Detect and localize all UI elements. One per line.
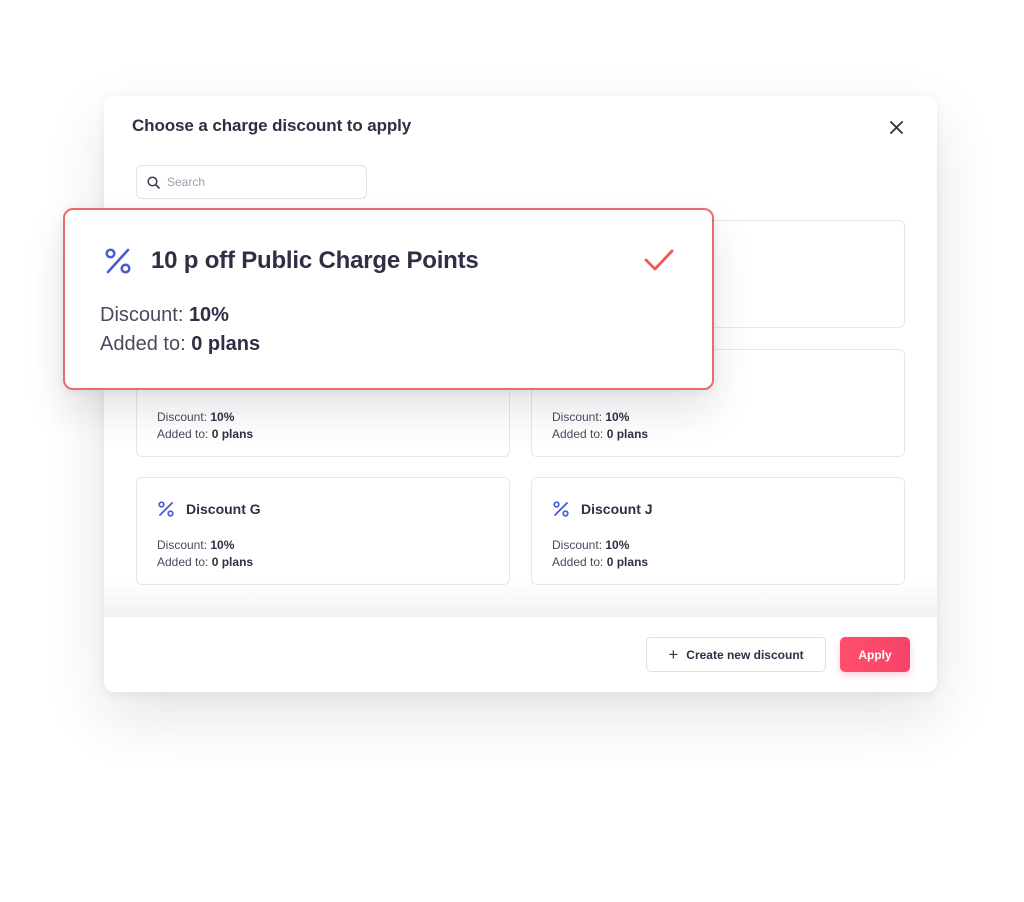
discount-card-added: Added to: 0 plans [552, 555, 648, 569]
discount-card[interactable]: Discount J Discount: 10% Added to: 0 pla… [531, 477, 905, 585]
added-value: 0 plans [606, 555, 649, 569]
added-value: 0 plans [211, 555, 254, 569]
search-input[interactable] [167, 175, 357, 189]
modal-footer: + Create new discount Apply [104, 616, 937, 692]
discount-card-name: Discount J [581, 501, 653, 517]
discount-label: Discount: [552, 410, 606, 424]
discount-value: 10% [210, 538, 235, 552]
discount-value: 10% [188, 304, 229, 326]
selected-discount-discount: Discount: 10% [100, 304, 229, 327]
percent-icon [158, 501, 174, 517]
percent-icon [553, 501, 569, 517]
added-label: Added to: [157, 555, 212, 569]
discount-label: Discount: [157, 410, 211, 424]
check-icon [644, 249, 674, 271]
discount-card-discount: Discount: 10% [157, 410, 234, 424]
discount-card-discount: Discount: 10% [552, 538, 629, 552]
discount-value: 10% [605, 410, 630, 424]
discount-card[interactable]: Discount G Discount: 10% Added to: 0 pla… [136, 477, 510, 585]
selected-discount-added: Added to: 0 plans [100, 333, 260, 356]
close-icon [889, 120, 903, 134]
discount-card-name: Discount G [186, 501, 261, 517]
search-box[interactable] [136, 165, 367, 199]
selected-discount-card[interactable]: 10 p off Public Charge Points Discount: … [63, 208, 714, 390]
added-label: Added to: [552, 555, 607, 569]
added-label: Added to: [157, 427, 212, 441]
create-new-discount-label: Create new discount [686, 647, 804, 662]
discount-card-discount: Discount: 10% [552, 410, 629, 424]
discount-card-added: Added to: 0 plans [552, 427, 648, 441]
discount-label: Discount: [157, 538, 211, 552]
added-label: Added to: [100, 333, 192, 355]
list-fade [104, 582, 937, 618]
plus-icon: + [668, 645, 679, 664]
added-value: 0 plans [191, 333, 261, 355]
close-button[interactable] [885, 116, 907, 138]
added-value: 0 plans [606, 427, 649, 441]
discount-value: 10% [605, 538, 630, 552]
stage: Choose a charge discount to apply Discou… [0, 0, 1024, 902]
discount-card-discount: Discount: 10% [157, 538, 234, 552]
discount-card-added: Added to: 0 plans [157, 427, 253, 441]
search-icon [147, 175, 160, 189]
discount-label: Discount: [552, 538, 606, 552]
discount-modal: Choose a charge discount to apply Discou… [104, 96, 937, 692]
apply-button[interactable]: Apply [840, 637, 910, 672]
selected-discount-name: 10 p off Public Charge Points [151, 247, 479, 274]
added-label: Added to: [552, 427, 607, 441]
selected-discount-header: 10 p off Public Charge Points [103, 246, 479, 276]
discount-card-added: Added to: 0 plans [157, 555, 253, 569]
discount-card-header: Discount J [552, 500, 653, 518]
create-new-discount-button[interactable]: + Create new discount [646, 637, 826, 672]
percent-icon [105, 248, 131, 274]
added-value: 0 plans [211, 427, 254, 441]
discount-value: 10% [210, 410, 235, 424]
discount-label: Discount: [100, 304, 189, 326]
modal-title: Choose a charge discount to apply [132, 116, 412, 135]
discount-card-header: Discount G [157, 500, 261, 518]
